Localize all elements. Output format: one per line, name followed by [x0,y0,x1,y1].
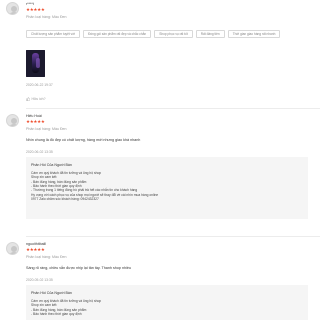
review-divider [26,236,320,237]
thumbs-up-icon [26,97,30,102]
review-tag: Đóng gói sản phẩm rất đẹp và chắc chắn [83,30,152,38]
helpful-button[interactable]: Hữu ích? [26,97,46,102]
review-tag: Thời gian giao hàng rất nhanh [227,30,281,38]
avatar[interactable] [6,2,19,15]
review-divider [26,108,320,109]
reviewer-username[interactable]: r****t [26,2,34,6]
review-timestamp: 2020-05-02 13:35 [26,278,53,282]
helpful-label: Hữu ích? [31,97,46,101]
seller-reply-title: Phản Hồi Của Người Bán [31,291,72,295]
rating-stars: ★★★★★ [26,119,45,124]
reviewer-username[interactable]: nguoithitbaill [26,242,46,246]
seller-reply-box: Phản Hồi Của Người Bán Cám ơn quý khách … [26,285,308,320]
review-photo[interactable] [26,50,45,77]
review-content: Sáng rõ ràng, chiều vẫn được nhịp lại tả… [26,266,131,270]
seller-reply-box: Phản Hồi Của Người Bán Cám ơn quý khách … [26,157,308,219]
review-tag: Shop phục vụ rất tốt [154,30,193,38]
seller-reply-text: Cám ơn quý khách đã tin tưởng và ủng hộ … [31,171,158,201]
rating-stars: ★★★★★ [26,7,45,12]
product-variation: Phân loại hàng: Màu Đen [26,127,67,131]
review-timestamp: 2020-06-22 19:37 [26,83,53,87]
avatar[interactable] [6,242,19,255]
review-timestamp: 2020-06-02 13:35 [26,150,53,154]
seller-reply-text: Cám ơn quý khách đã tin tưởng và ủng hộ … [31,299,101,316]
reviewer-username[interactable]: Hiếu Hoài [26,114,42,118]
seller-reply-title: Phản Hồi Của Người Bán [31,163,72,167]
review-tag: Chất lượng sản phẩm tuyệt vời [26,30,81,38]
seller-reply-line: 0977 Zalo chăm sóc khách hàng: 094243232… [31,197,99,202]
rating-stars: ★★★★★ [26,247,45,252]
review-content: Nhìn chung là đồ đẹp có chất lượng, hàng… [26,138,141,142]
product-variation: Phân loại hàng: Màu Đen [26,255,67,259]
review-tags: Chất lượng sản phẩm tuyệt vời Đóng gói s… [26,30,281,38]
product-variation: Phân loại hàng: Màu Đen [26,15,67,19]
review-tag: Rất đáng tiền [195,30,225,38]
avatar[interactable] [6,114,19,127]
seller-reply-line: - Bảo hành theo thời gian quy định [31,312,82,317]
